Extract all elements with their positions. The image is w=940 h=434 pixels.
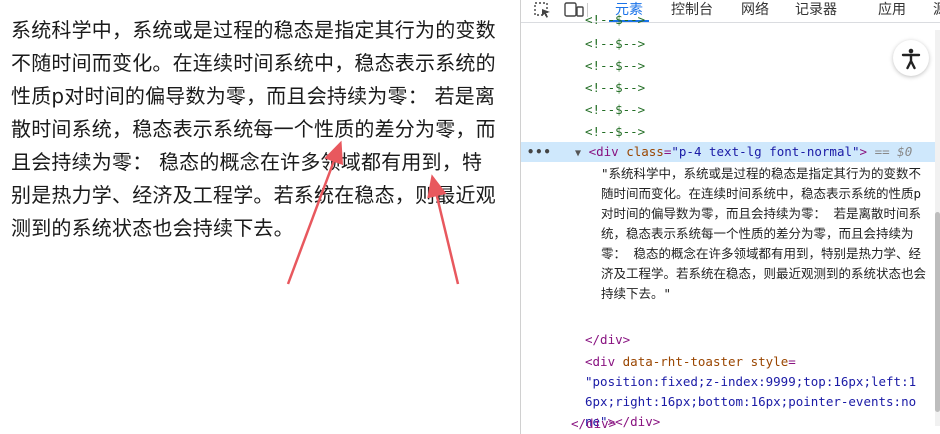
collapse-triangle-icon[interactable]: ▼ (575, 148, 581, 159)
scrollbar-thumb[interactable] (935, 212, 940, 412)
selected-node[interactable]: ▼ <div class="p-4 text-lg font-normal"> … (575, 142, 912, 162)
tab-network[interactable]: 网络 (741, 0, 769, 21)
node-actions-dots[interactable]: ••• (527, 142, 552, 162)
dom-comment[interactable]: <!--$--> (585, 122, 645, 142)
toaster-node[interactable]: <div data-rht-toaster style= (585, 352, 796, 372)
tab-application[interactable]: 应用 (878, 0, 906, 21)
devtools-toolbar: 元素 控制台 网络 记录器 应用 源 (521, 0, 940, 23)
node-attr-name: class (626, 144, 664, 159)
toaster-tag: <div (585, 354, 616, 369)
tab-sources[interactable]: 源 (933, 0, 940, 21)
node-tag-close: > (859, 144, 868, 159)
article-text: 系统科学中，系统或是过程的稳态是指定其行为的变数不随时间而变化。在连续时间系统中… (11, 18, 496, 240)
tab-console[interactable]: 控制台 (671, 0, 713, 21)
outer-close-tag[interactable]: </div> (571, 414, 616, 434)
dom-comment[interactable]: <!--$--> (585, 56, 645, 76)
dom-comment[interactable]: <!--$--> (585, 100, 645, 120)
dom-comment[interactable]: <!--$--> (585, 78, 645, 98)
inspect-element-icon[interactable] (533, 1, 553, 19)
tab-recorder[interactable]: 记录器 (795, 0, 837, 21)
toaster-style-value-wrap: "position:fixed;z-index:9999;top:16px;le… (585, 372, 923, 432)
devtools-panel: 元素 控制台 网络 记录器 应用 源 <!--$--> <!--$--> <!-… (520, 0, 940, 434)
node-close-tag[interactable]: </div> (585, 330, 630, 350)
accessibility-icon (901, 48, 921, 70)
accessibility-button[interactable] (893, 40, 929, 76)
page-content: 系统科学中，系统或是过程的稳态是指定其行为的变数不随时间而变化。在连续时间系统中… (0, 0, 520, 434)
node-attr-value: "p-4 text-lg font-normal" (671, 144, 860, 159)
console-ref-marker: == $0 (874, 144, 913, 159)
text-node[interactable]: "系统科学中，系统或是过程的稳态是指定其行为的变数不随时间而变化。在连续时间系统… (601, 164, 931, 304)
toaster-style-attr: style (750, 354, 789, 369)
toaster-attr-name: data-rht-toaster (622, 354, 744, 369)
dom-tree: <!--$--> <!--$--> <!--$--> <!--$--> <!--… (521, 12, 940, 434)
dom-comment[interactable]: <!--$--> (585, 10, 645, 30)
dom-comment[interactable]: <!--$--> (585, 34, 645, 54)
node-tag: <div (588, 144, 619, 159)
device-toolbar-icon[interactable] (563, 1, 584, 19)
